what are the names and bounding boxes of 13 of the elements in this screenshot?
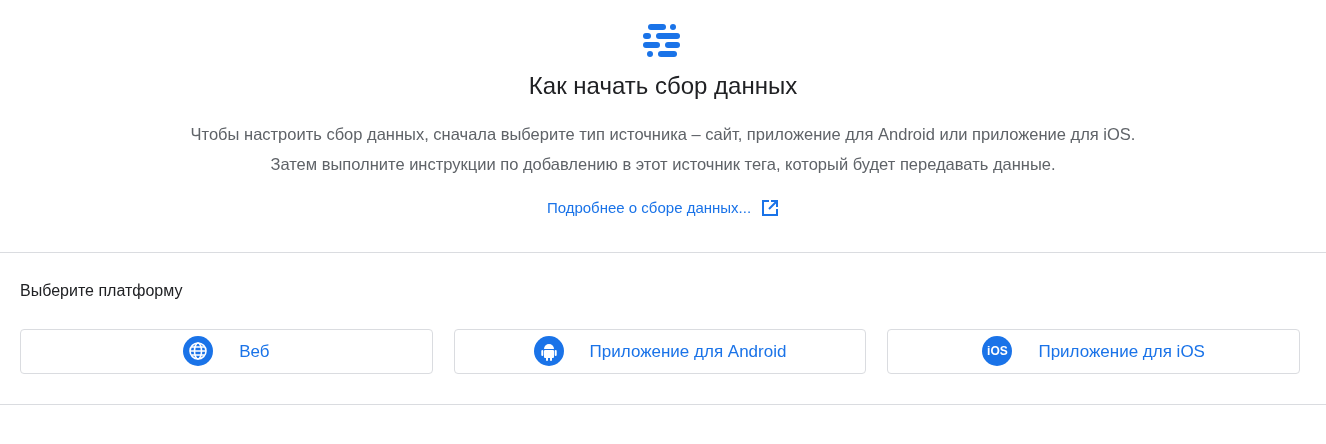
page-title: Как начать сбор данных: [527, 72, 799, 101]
ios-icon: iOS: [982, 336, 1013, 367]
data-streams-icon: [643, 22, 683, 58]
platform-button[interactable]: Приложение для Android: [453, 328, 867, 374]
globe-icon: [183, 336, 214, 367]
section-heading: Выберите платформу: [20, 280, 184, 301]
description-text: Затем выполните инструкции по добавлению в этот источник тега, который будет передавать данные.: [269, 153, 1057, 175]
android-icon: [533, 336, 564, 367]
external-link-icon: [761, 199, 780, 218]
platform-button[interactable]: iOS Приложение для iOS: [887, 328, 1300, 374]
platform-button[interactable]: Веб: [20, 328, 433, 374]
description-text: Чтобы настроить сбор данных, сначала выберите тип источника – сайт, приложение для Android или приложение для iOS.: [189, 123, 1137, 145]
learn-more-link[interactable]: Подробнее о сборе данных...: [546, 196, 780, 220]
